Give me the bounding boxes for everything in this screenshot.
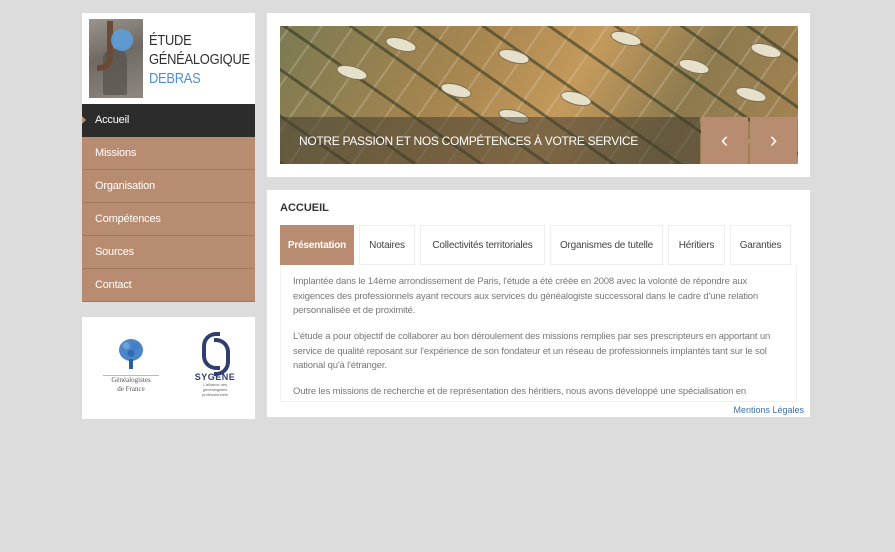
nav-item-organisation[interactable]: Organisation bbox=[82, 170, 255, 203]
sygene-mark-icon bbox=[198, 330, 232, 376]
tab-garanties[interactable]: Garanties bbox=[730, 225, 791, 265]
sygene-tagline-3: professionnels bbox=[202, 392, 228, 397]
tab-presentation[interactable]: Présentation bbox=[280, 225, 354, 265]
main-nav: Accueil Missions Organisation Compétence… bbox=[82, 104, 255, 302]
banner-caption-text: NOTRE PASSION ET NOS COMPÉTENCES À VOTRE… bbox=[299, 134, 639, 148]
logo-line-3: DEBRAS bbox=[149, 70, 201, 87]
nav-item-sources[interactable]: Sources bbox=[82, 236, 255, 269]
slider-prev-button[interactable]: ‹ bbox=[701, 117, 748, 164]
page-title: ACCUEIL bbox=[280, 202, 329, 214]
site-logo[interactable]: ÉTUDE GÉNÉALOGIQUE DEBRAS bbox=[82, 13, 255, 104]
nav-item-missions[interactable]: Missions bbox=[82, 137, 255, 170]
logo-wordmark: ÉTUDE GÉNÉALOGIQUE DEBRAS bbox=[149, 31, 250, 88]
banner-container: NOTRE PASSION ET NOS COMPÉTENCES À VOTRE… bbox=[267, 13, 810, 177]
tree-icon bbox=[118, 339, 144, 369]
tab-panel-presentation[interactable]: Implantée dans le 14ème arrondissement d… bbox=[280, 265, 797, 402]
nav-item-contact[interactable]: Contact bbox=[82, 269, 255, 302]
logo-mark-image bbox=[89, 19, 143, 98]
banner-caption: NOTRE PASSION ET NOS COMPÉTENCES À VOTRE… bbox=[280, 117, 700, 164]
paragraph-2: L'étude a pour objectif de collaborer au… bbox=[293, 331, 771, 371]
nav-item-accueil[interactable]: Accueil bbox=[82, 104, 255, 137]
chevron-left-icon: ‹ bbox=[720, 127, 729, 152]
content-panel: ACCUEIL Présentation Notaires Collectivi… bbox=[267, 190, 810, 417]
genealogistes-de-france-logo[interactable]: Généalogistes de France bbox=[98, 339, 164, 394]
paragraph-1: Implantée dans le 14ème arrondissement d… bbox=[293, 276, 759, 316]
sygene-logo[interactable]: SYGENE L'alliance des généalogistes prof… bbox=[192, 330, 238, 397]
tab-collectivites-territoriales[interactable]: Collectivités territoriales bbox=[420, 225, 545, 265]
mentions-legales-link[interactable]: Mentions Légales bbox=[733, 405, 804, 415]
gdf-name-line-1: Généalogistes bbox=[111, 376, 151, 384]
paragraph-3: Outre les missions de recherche et de re… bbox=[293, 386, 746, 397]
banner-slide-image: NOTRE PASSION ET NOS COMPÉTENCES À VOTRE… bbox=[280, 26, 798, 164]
nav-item-competences[interactable]: Compétences bbox=[82, 203, 255, 236]
partners-box: Généalogistes de France SYGENE L'allianc… bbox=[82, 317, 255, 419]
logo-line-1: ÉTUDE bbox=[149, 32, 192, 49]
tab-heritiers[interactable]: Héritiers bbox=[668, 225, 725, 265]
gdf-name-line-2: de France bbox=[117, 385, 145, 393]
chevron-right-icon: › bbox=[769, 127, 778, 152]
tab-organismes-de-tutelle[interactable]: Organismes de tutelle bbox=[550, 225, 663, 265]
slider-next-button[interactable]: › bbox=[750, 117, 797, 164]
tab-notaires[interactable]: Notaires bbox=[359, 225, 415, 265]
logo-line-2: GÉNÉALOGIQUE bbox=[149, 51, 250, 68]
